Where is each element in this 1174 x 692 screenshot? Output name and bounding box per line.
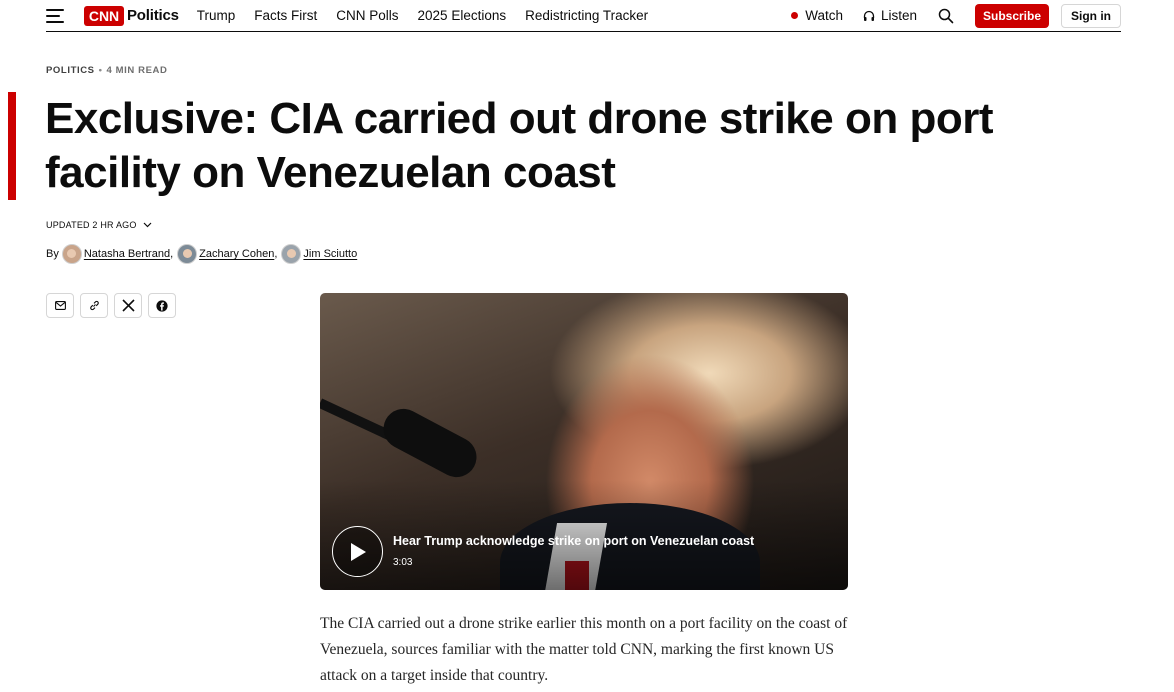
nav-item-trump[interactable]: Trump: [197, 8, 236, 23]
microphone-head-graphic: [376, 401, 484, 485]
share-bar: [46, 293, 176, 318]
video-duration: 3:03: [393, 557, 413, 568]
menu-icon[interactable]: [46, 8, 64, 23]
sign-in-button[interactable]: Sign in: [1061, 3, 1121, 28]
site-header: CNN Politics Trump Facts First CNN Polls…: [46, 0, 1121, 32]
updated-timestamp[interactable]: UPDATED 2 HR AGO: [46, 220, 152, 230]
author-jim-sciutto[interactable]: Jim Sciutto: [281, 244, 357, 264]
section-label[interactable]: POLITICS: [46, 65, 95, 76]
search-icon: [938, 8, 954, 23]
avatar: [281, 244, 302, 264]
author-natasha-bertrand[interactable]: Natasha Bertrand: [61, 244, 170, 264]
page-title: Exclusive: CIA carried out drone strike …: [45, 94, 993, 197]
email-icon: [54, 301, 66, 310]
share-facebook-button[interactable]: [148, 293, 176, 318]
author-zachary-cohen[interactable]: Zachary Cohen: [177, 244, 274, 264]
facebook-icon: [156, 299, 168, 312]
cnn-logo: CNN: [84, 5, 124, 26]
author-name[interactable]: Zachary Cohen: [199, 248, 274, 260]
nav-item-redistricting-tracker[interactable]: Redistricting Tracker: [525, 8, 648, 23]
author-name[interactable]: Jim Sciutto: [303, 248, 357, 260]
link-icon: [89, 300, 99, 311]
x-icon: [121, 299, 135, 312]
nav-item-cnn-polls[interactable]: CNN Polls: [336, 8, 398, 23]
search-button[interactable]: [938, 8, 954, 24]
avatar: [61, 244, 82, 264]
byline-prefix: By: [46, 248, 59, 260]
subscribe-button[interactable]: Subscribe: [975, 3, 1049, 28]
eyebrow-separator: •: [98, 65, 103, 76]
watch-link[interactable]: Watch: [791, 8, 843, 23]
avatar: [177, 244, 198, 264]
video-title[interactable]: Hear Trump acknowledge strike on port on…: [393, 534, 754, 548]
share-link-button[interactable]: [80, 293, 108, 318]
top-nav: Trump Facts First CNN Polls 2025 Electio…: [197, 8, 667, 23]
share-email-button[interactable]: [46, 293, 74, 318]
article-paragraph: The CIA carried out a drone strike earli…: [320, 615, 848, 684]
cnn-logo-link[interactable]: CNN Politics: [84, 5, 179, 26]
watch-label: Watch: [805, 8, 843, 23]
header-actions: Watch Listen Subscribe Sign in: [791, 3, 1121, 28]
headphones-icon: [863, 10, 875, 21]
article-eyebrow: POLITICS • 4 MIN READ: [46, 65, 167, 76]
byline: By Natasha Bertrand , Zachary Cohen , Ji…: [46, 244, 357, 264]
share-x-button[interactable]: [114, 293, 142, 318]
play-button[interactable]: [332, 526, 383, 577]
section-name[interactable]: Politics: [127, 7, 179, 24]
read-time: 4 MIN READ: [106, 65, 168, 76]
play-icon: [350, 542, 366, 561]
headline-accent-bar: [8, 92, 16, 200]
nav-item-facts-first[interactable]: Facts First: [254, 8, 317, 23]
svg-text:CNN: CNN: [89, 8, 119, 24]
updated-label: UPDATED 2 HR AGO: [46, 220, 137, 230]
author-name[interactable]: Natasha Bertrand: [84, 248, 170, 260]
listen-link[interactable]: Listen: [863, 8, 917, 23]
nav-item-2025-elections[interactable]: 2025 Elections: [418, 8, 507, 23]
listen-label: Listen: [880, 8, 917, 23]
video-player[interactable]: Hear Trump acknowledge strike on port on…: [320, 293, 848, 590]
live-dot-icon: [791, 12, 799, 19]
chevron-down-icon: [143, 222, 151, 228]
